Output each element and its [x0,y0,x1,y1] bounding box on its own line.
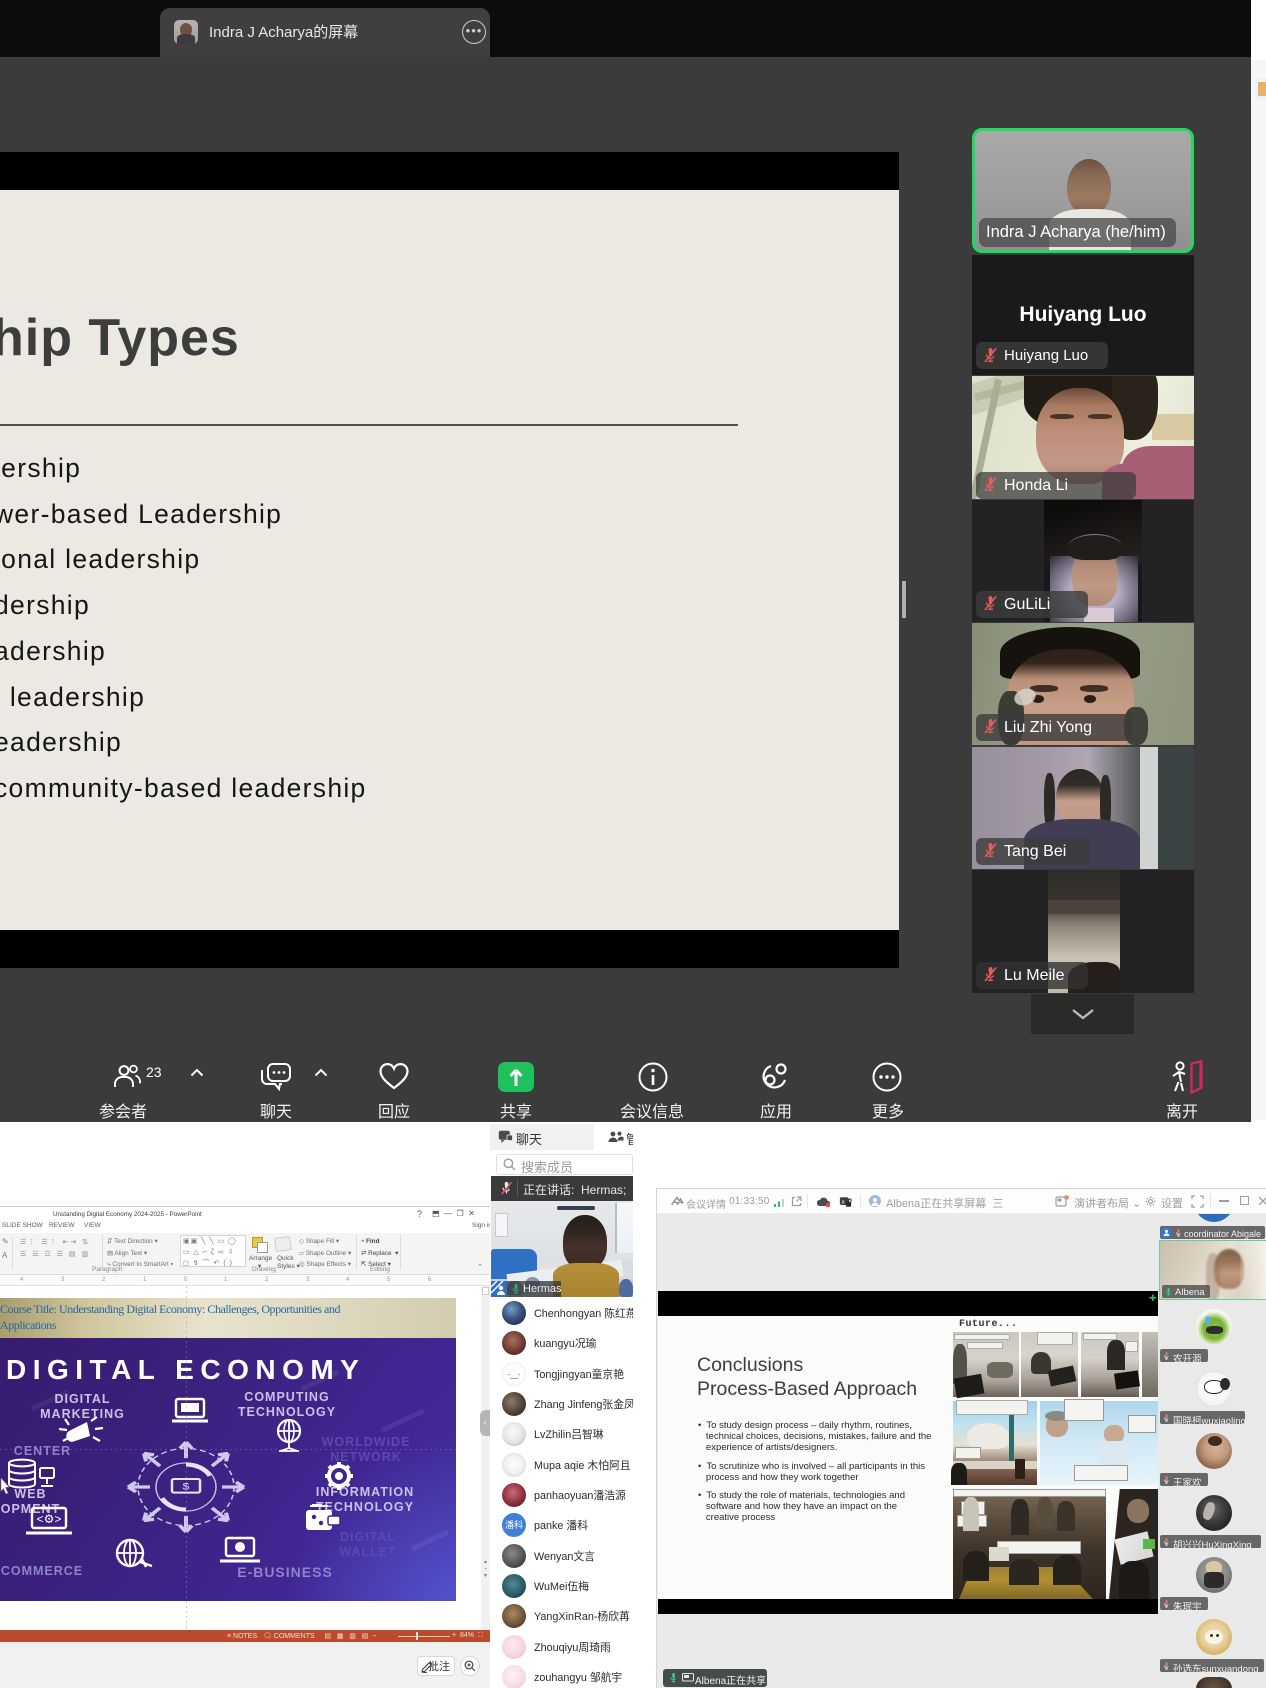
svg-text:a: a [842,1199,845,1205]
svg-text:<⚙>: <⚙> [36,1513,61,1527]
